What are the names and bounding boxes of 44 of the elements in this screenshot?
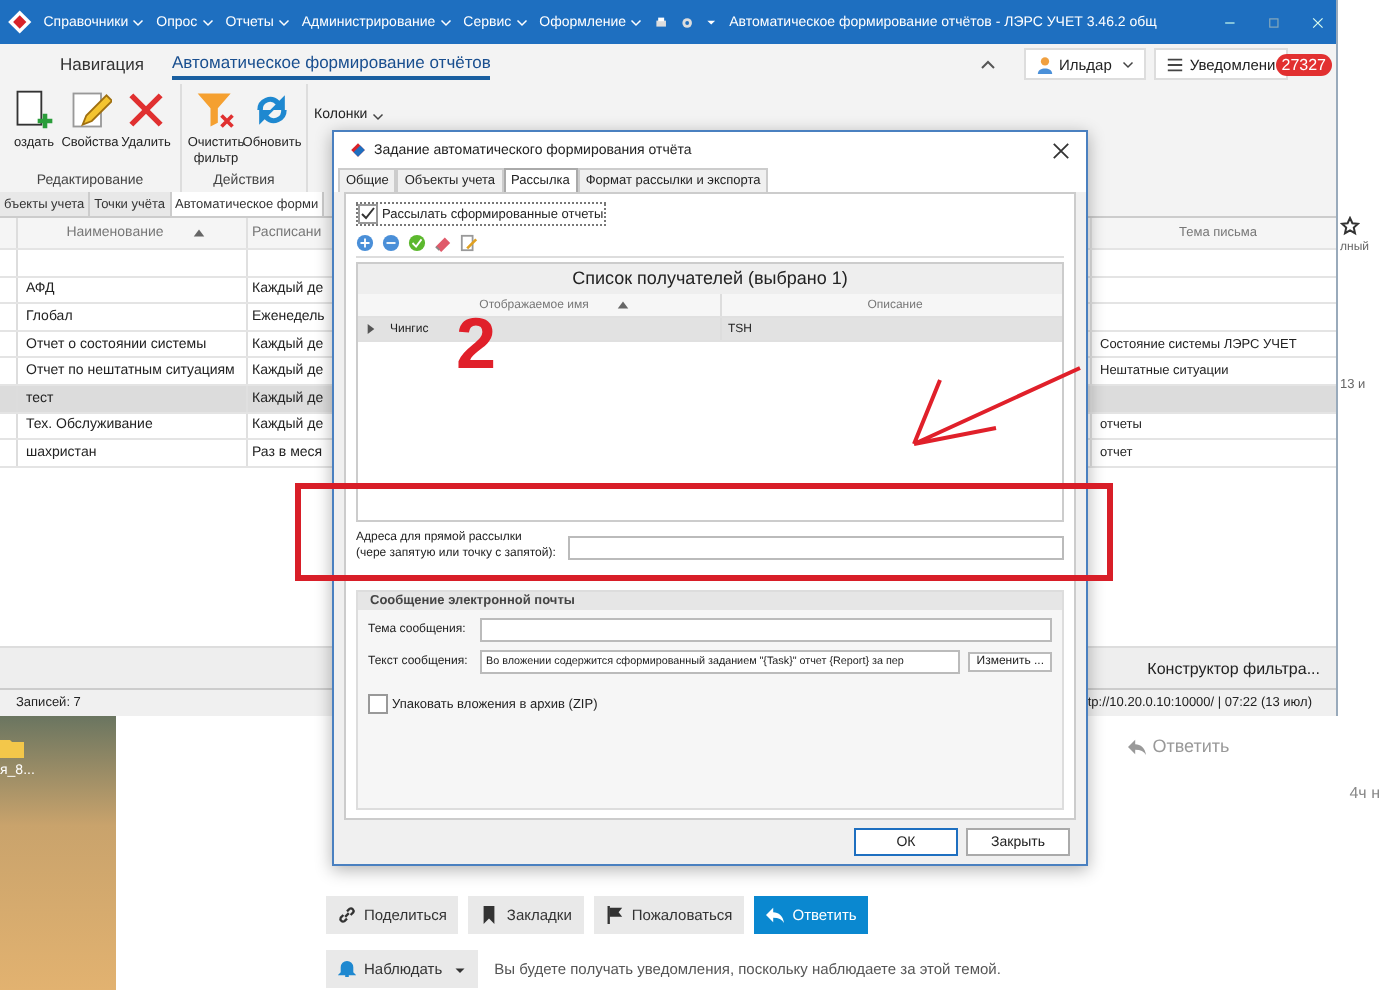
row-indicator-icon [366,324,376,334]
eraser-icon[interactable] [434,233,452,251]
star-icon[interactable] [1340,216,1360,236]
sort-ascending-icon [191,226,206,240]
ribbon-tab[interactable]: Автоматическое формирование отчётов [172,48,491,80]
bell-icon [338,960,356,978]
flag-icon [605,906,624,924]
caret-icon [132,16,145,28]
input-field[interactable] [480,618,1052,642]
list-icon [1165,55,1184,73]
caret-icon [371,109,384,121]
reply-icon [766,906,785,924]
folder-icon[interactable] [0,736,24,760]
clear-filter-icon [194,88,238,132]
edit-document-icon[interactable] [460,233,478,251]
sort-ascending-icon [616,298,631,312]
close-icon[interactable] [1052,141,1070,159]
bookmark-icon [480,906,499,924]
link-icon [338,906,356,924]
collapse-icon[interactable] [979,56,995,72]
remove-icon[interactable] [382,233,400,251]
input-field[interactable] [567,535,1064,559]
caret-icon [439,16,452,28]
delete-icon [124,88,168,132]
post-time: 4ч н [1349,784,1380,802]
maximize-icon[interactable] [1268,13,1281,31]
user-icon [1035,55,1053,73]
notification-badge: 27327 [1275,53,1332,75]
caret-icon [1121,58,1134,70]
new-document-icon [12,88,56,132]
reply-icon [1128,737,1147,755]
grid-caption: Список получателей (выбрано 1) [358,264,1062,294]
caret-icon [515,16,528,28]
logo-icon [350,142,366,158]
add-icon[interactable] [356,233,374,251]
pencil-icon [68,88,112,132]
caret-icon [454,963,467,975]
caret-icon [277,16,290,28]
filter-builder-link[interactable]: Конструктор фильтра... [1147,659,1320,677]
check-icon[interactable] [408,233,426,251]
caret-icon [630,16,643,28]
caret-icon [201,16,214,28]
checkmark-icon [360,206,376,222]
ribbon-tab[interactable]: Навигация [60,50,144,78]
